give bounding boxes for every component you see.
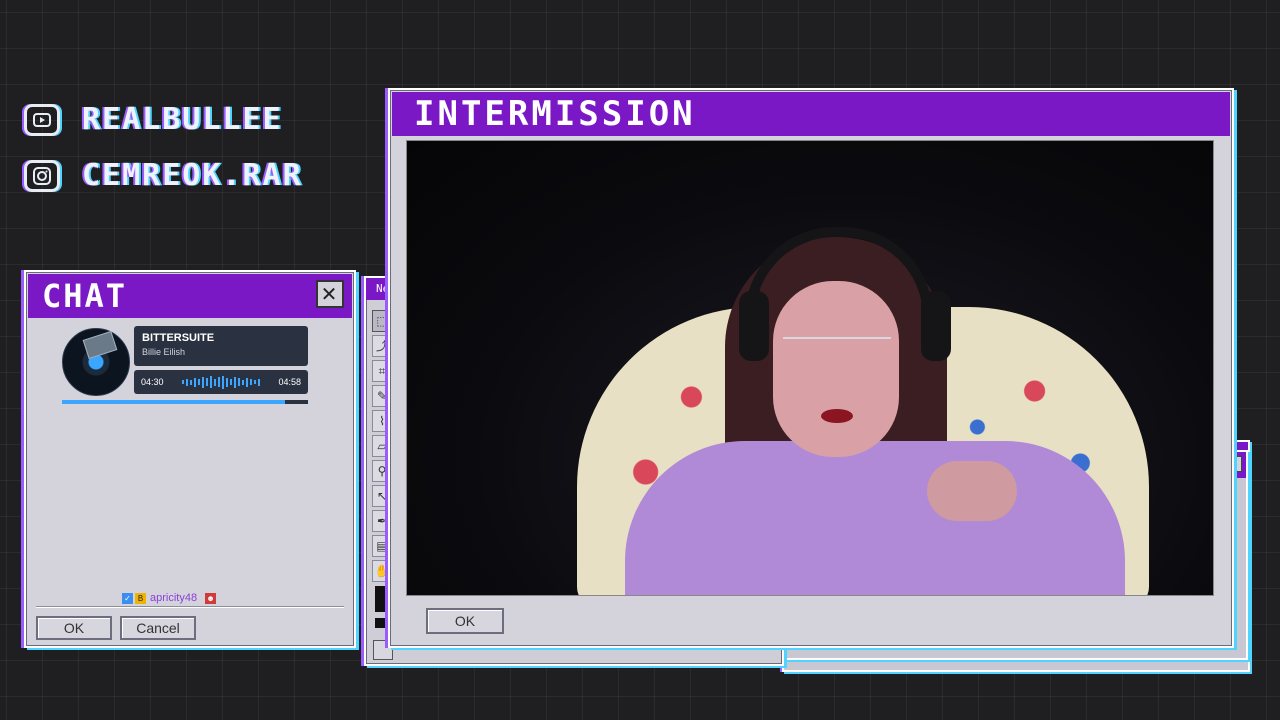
close-icon: ✕ [320, 282, 340, 306]
waveform-bar [214, 378, 216, 386]
song-artist: Billie Eilish [142, 347, 186, 357]
waveform-bar [254, 380, 256, 384]
emote-icon: ☻ [205, 592, 217, 604]
waveform-bar [198, 379, 200, 385]
album-art [82, 330, 118, 360]
streamer-lips [821, 409, 853, 423]
headphones-icon [745, 227, 933, 317]
chat-window-titlebar: CHAT ✕ [28, 274, 352, 318]
bits-badge-icon: B [135, 592, 146, 604]
youtube-handle: REALBULLEE [82, 102, 283, 137]
background-color-swatch[interactable] [375, 618, 385, 628]
waveform-bar [230, 379, 232, 385]
webcam-feed [406, 140, 1214, 596]
chat-username[interactable]: apricity48 [150, 592, 197, 604]
youtube-handle-row: REALBULLEE [24, 102, 283, 137]
streamer-top [625, 441, 1125, 595]
streamer-shoulder [927, 461, 1017, 521]
now-playing-card: BITTERSUITE Billie Eilish [134, 326, 308, 366]
waveform-bar [194, 377, 196, 387]
instagram-handle: CEMREOK.RAR [82, 158, 303, 193]
headphone-left-cup [739, 291, 769, 361]
instagram-handle-row: CEMREOK.RAR [24, 158, 303, 193]
waveform-bar [226, 377, 228, 387]
elapsed-time: 04:30 [141, 377, 164, 387]
waveform-bar [210, 376, 212, 388]
playback-progress-fill [62, 400, 285, 404]
waveform-bar [218, 377, 220, 387]
waveform-bar [206, 378, 208, 386]
chat-message: ✓ B apricity48 ☻ [122, 592, 217, 604]
waveform-bar [182, 380, 184, 384]
chat-window-title: CHAT [42, 277, 128, 315]
verified-badge-icon: ✓ [122, 592, 133, 604]
song-title: BITTERSUITE [142, 332, 215, 344]
headphone-right-cup [921, 291, 951, 361]
glasses-icon [783, 337, 891, 367]
intermission-window: INTERMISSION OK [388, 88, 1234, 648]
close-button[interactable]: ✕ [316, 280, 344, 308]
waveform-bar [242, 379, 244, 385]
waveform-bar [234, 376, 236, 388]
chat-window: CHAT ✕ BITTERSUITE Billie Eilish 04:30 0… [24, 270, 356, 648]
waveform-bar [202, 376, 204, 388]
vinyl-disc-icon [62, 328, 130, 396]
ok-button[interactable]: OK [36, 616, 112, 640]
waveform-bar [258, 378, 260, 386]
duration-time: 04:58 [278, 377, 301, 387]
ok-button[interactable]: OK [426, 608, 504, 634]
intermission-window-titlebar: INTERMISSION [392, 92, 1230, 136]
waveform-bar [186, 378, 188, 386]
youtube-icon [24, 103, 60, 136]
playback-timer: 04:30 04:58 [134, 370, 308, 394]
divider [36, 606, 344, 608]
waveform-bar [246, 377, 248, 387]
cancel-button[interactable]: Cancel [120, 616, 196, 640]
waveform-bar [238, 378, 240, 386]
instagram-icon [24, 159, 60, 192]
waveform-bar [222, 375, 224, 389]
waveform-bar [190, 379, 192, 385]
intermission-title: INTERMISSION [414, 94, 696, 134]
waveform-bar [250, 379, 252, 385]
playback-progress-bar [62, 400, 308, 404]
waveform-icon [182, 375, 260, 389]
